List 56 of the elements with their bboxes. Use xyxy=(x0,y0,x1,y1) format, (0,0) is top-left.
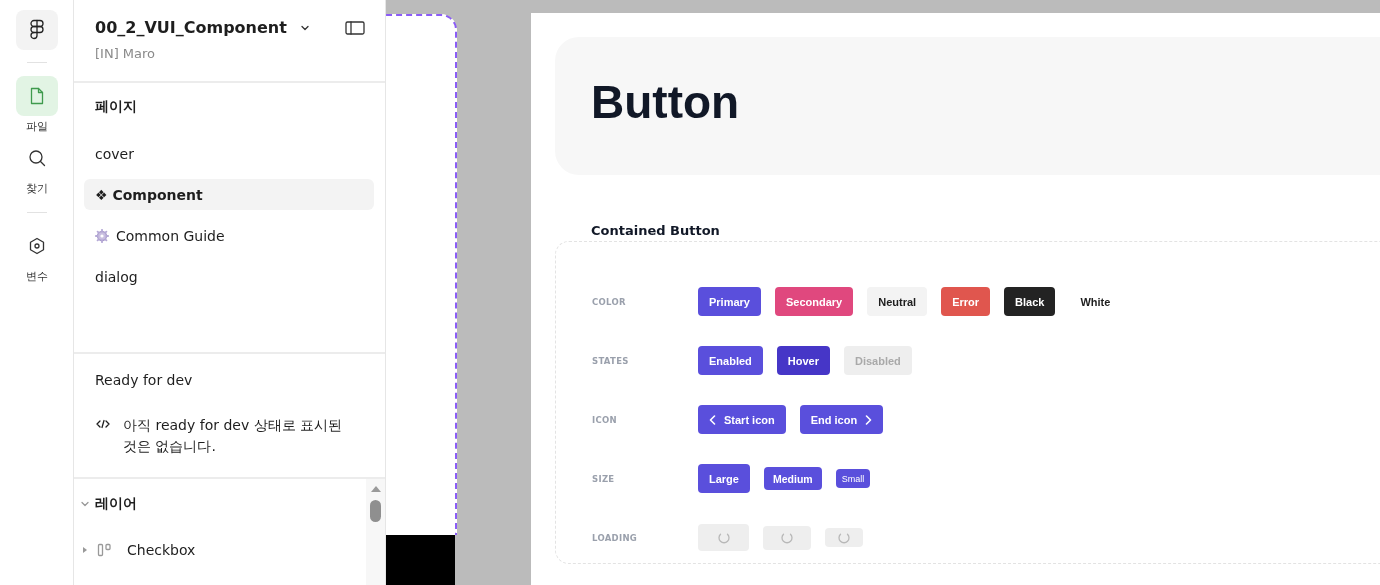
demo-button[interactable]: Large xyxy=(698,464,750,493)
loading-button[interactable] xyxy=(763,525,811,550)
row-label: STATES xyxy=(592,355,630,366)
demo-button[interactable]: Start icon xyxy=(698,405,786,434)
row-label: SIZE xyxy=(592,473,616,484)
component-set-icon xyxy=(97,543,113,557)
demo-button[interactable]: Black xyxy=(1004,287,1056,316)
page-item[interactable]: Common Guide xyxy=(84,220,374,251)
spinner-icon xyxy=(838,531,850,544)
app-logo[interactable] xyxy=(15,10,58,50)
section-heading: 페이지 xyxy=(94,98,138,116)
team-name: [IN] Maro xyxy=(95,46,157,61)
demo-button[interactable]: Secondary xyxy=(775,287,854,316)
dark-frame xyxy=(386,535,455,585)
row-label: COLOR xyxy=(592,296,627,307)
demo-button[interactable]: End icon xyxy=(799,405,884,434)
scrollbar[interactable] xyxy=(366,479,385,585)
demo-button[interactable]: Small xyxy=(835,469,871,488)
section-heading: Ready for dev xyxy=(95,372,194,388)
hexagon-icon xyxy=(27,237,46,255)
selected-frame[interactable] xyxy=(386,14,457,535)
search-icon xyxy=(27,149,46,167)
section-title: Contained Button xyxy=(591,223,721,238)
demo-button[interactable]: Hover xyxy=(776,346,830,375)
spinner-icon xyxy=(717,531,730,544)
spinner-icon xyxy=(781,531,793,544)
empty-message: 아직 ready for dev 상태로 표시된 것은 없습니다. xyxy=(123,416,344,456)
page-item[interactable]: dialog xyxy=(84,261,374,292)
page-item[interactable]: cover xyxy=(84,138,374,169)
page-item[interactable]: ❖ Component xyxy=(84,179,374,210)
logo-icon xyxy=(28,19,45,41)
scroll-up-icon xyxy=(369,485,382,493)
chevron-left-icon xyxy=(709,414,716,425)
scroll-thumb[interactable] xyxy=(370,500,381,522)
demo-button[interactable]: Primary xyxy=(698,287,761,316)
demo-button[interactable]: Enabled xyxy=(698,346,763,375)
loading-button[interactable] xyxy=(825,528,863,547)
chevron-right-icon xyxy=(865,414,873,425)
row-label: LOADING xyxy=(592,532,639,543)
sidebar-icon xyxy=(345,19,365,36)
gear-icon xyxy=(95,228,109,243)
sidebar-toggle[interactable] xyxy=(345,19,365,36)
code-icon xyxy=(95,418,111,430)
row-label: ICON xyxy=(592,414,618,425)
chevron-down-icon xyxy=(81,501,89,507)
demo-button[interactable]: Error xyxy=(941,287,991,316)
section-heading: 레이어 xyxy=(95,495,137,513)
file-title[interactable]: 00_2_VUI_Component xyxy=(95,18,309,37)
layer-item[interactable]: Checkbox xyxy=(81,542,196,558)
file-icon xyxy=(28,87,45,105)
page-title: Button xyxy=(591,75,741,129)
chevron-down-icon xyxy=(300,24,309,31)
rail-tab[interactable]: 변수 xyxy=(15,226,58,284)
demo-button[interactable]: Medium xyxy=(763,467,822,490)
demo-button[interactable]: Neutral xyxy=(867,287,928,316)
rail-tab[interactable]: 찾기 xyxy=(15,138,58,196)
